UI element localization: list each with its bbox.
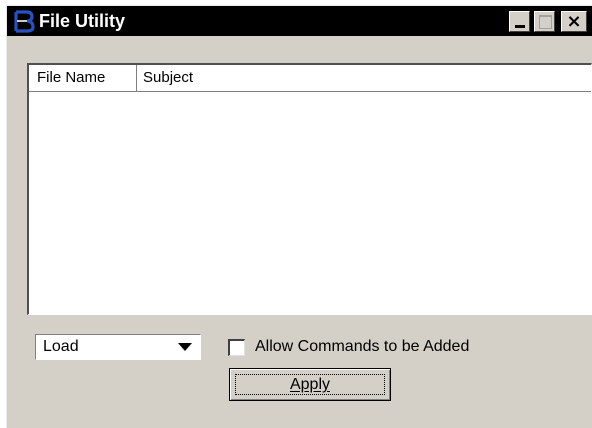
mode-dropdown-value: Load <box>43 338 79 355</box>
file-list[interactable]: File Name Subject <box>27 63 592 315</box>
file-utility-window: File Utility × File Name Subject Load Al… <box>6 5 592 428</box>
mode-dropdown[interactable]: Load <box>35 334 201 360</box>
dropdown-arrow-icon[interactable] <box>178 343 192 351</box>
minimize-icon <box>515 25 525 28</box>
apply-button[interactable]: Apply <box>229 368 391 401</box>
minimize-button[interactable] <box>509 11 530 32</box>
allow-commands-checkbox[interactable] <box>228 339 245 356</box>
maximize-button[interactable] <box>534 11 555 32</box>
column-header-file-name[interactable]: File Name <box>29 65 137 91</box>
column-header-subject[interactable]: Subject <box>137 65 557 91</box>
apply-button-label: Apply <box>289 376 331 393</box>
bentley-b-icon <box>14 10 35 33</box>
allow-commands-label[interactable]: Allow Commands to be Added <box>255 336 469 358</box>
close-icon: × <box>566 11 582 32</box>
maximize-icon <box>539 15 552 29</box>
title-bar[interactable]: File Utility × <box>7 6 592 36</box>
close-button[interactable]: × <box>561 11 587 32</box>
list-header: File Name Subject <box>29 65 591 92</box>
window-title: File Utility <box>39 11 126 31</box>
